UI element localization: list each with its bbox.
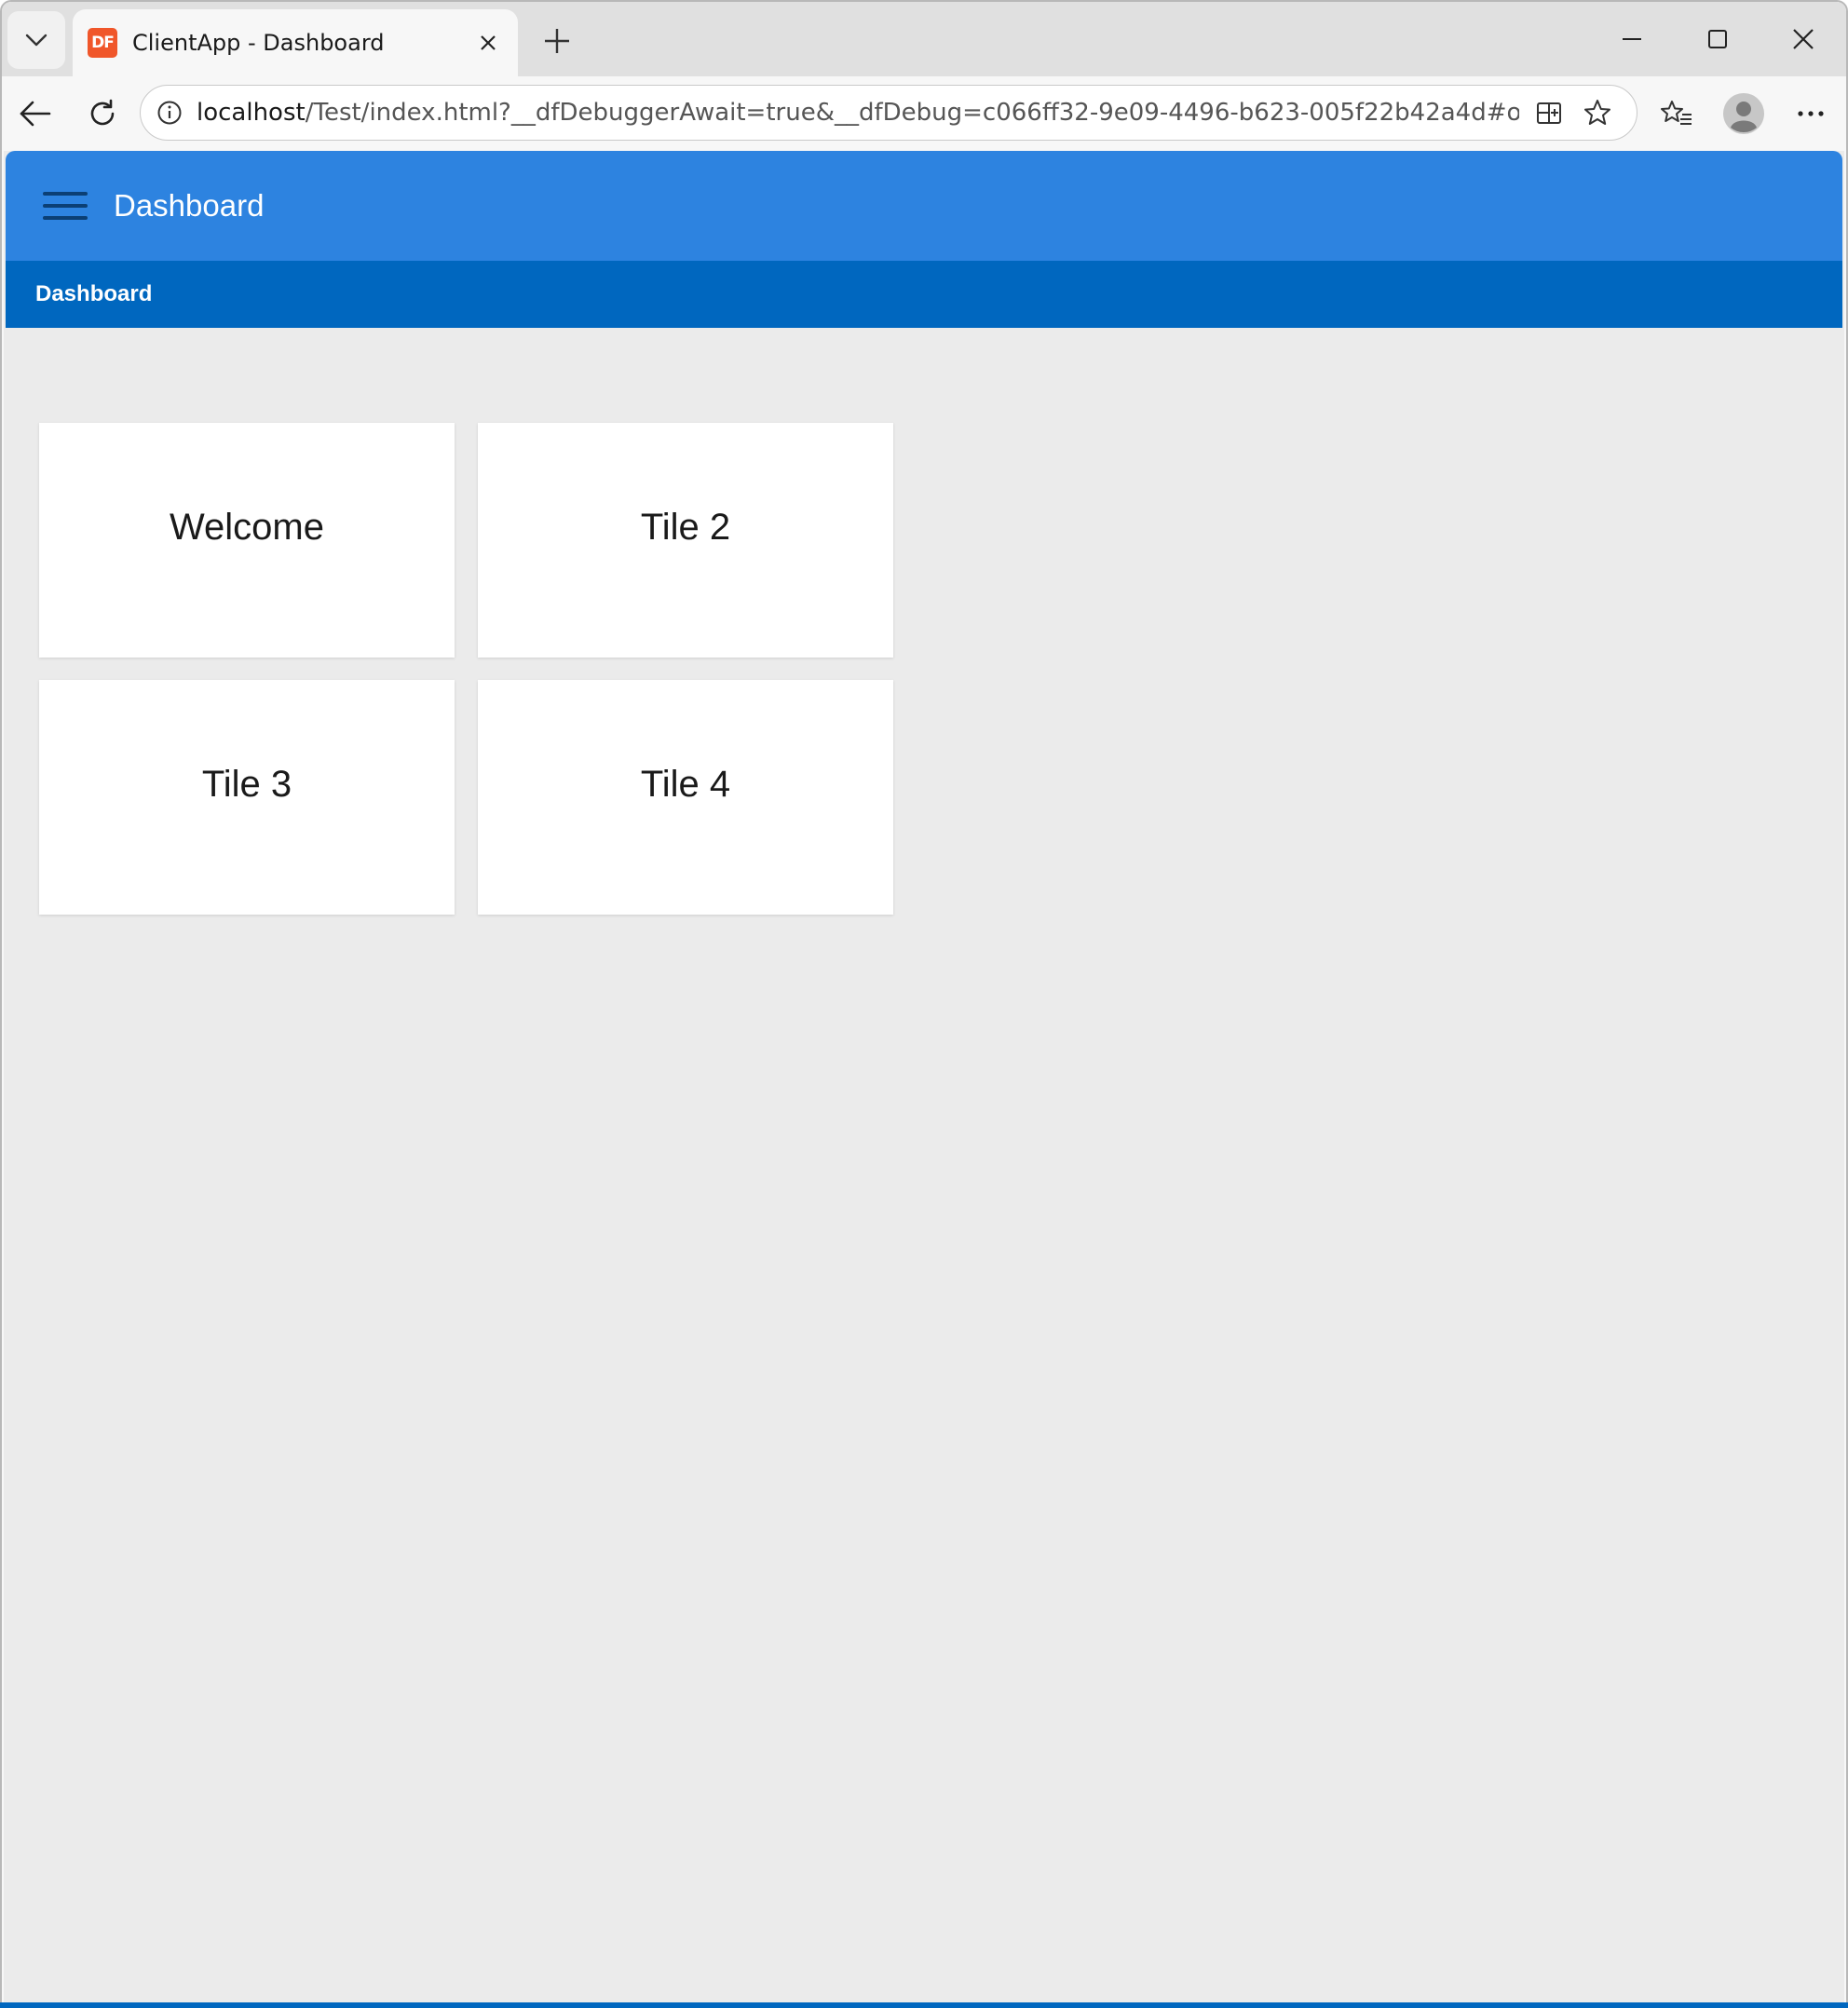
chevron-down-icon	[25, 34, 48, 47]
window-bottom-edge	[0, 2002, 1848, 2008]
menu-line	[43, 216, 88, 220]
page-title: Dashboard	[114, 188, 265, 223]
tile-label: Tile 2	[640, 507, 731, 548]
tile-label: Tile 4	[640, 764, 731, 805]
tab-close-button[interactable]	[469, 24, 507, 61]
maximize-button[interactable]	[1675, 2, 1760, 76]
minimize-icon	[1623, 38, 1641, 40]
new-tab-button[interactable]	[535, 19, 579, 63]
profile-button[interactable]	[1718, 88, 1770, 140]
address-host: localhost	[197, 99, 306, 127]
browser-window: DF ClientApp - Dashboard localhost/Test/…	[0, 0, 1848, 2006]
star-icon	[1584, 100, 1610, 125]
address-url[interactable]: localhost/Test/index.html?__dfDebuggerAw…	[197, 99, 1519, 127]
close-window-button[interactable]	[1760, 2, 1846, 76]
favorites-list-icon	[1661, 101, 1692, 125]
menu-icon[interactable]	[43, 187, 88, 224]
split-screen-icon	[1537, 102, 1561, 124]
active-tab[interactable]: DF ClientApp - Dashboard	[73, 9, 518, 76]
info-icon	[157, 101, 182, 125]
tab-title: ClientApp - Dashboard	[132, 30, 385, 56]
arrow-left-icon	[20, 101, 51, 127]
avatar-icon	[1723, 93, 1764, 134]
refresh-icon	[90, 99, 115, 126]
window-controls	[1589, 2, 1846, 76]
tile-2[interactable]: Tile 2	[478, 423, 893, 658]
favorite-button[interactable]	[1573, 88, 1622, 137]
site-info-button[interactable]	[154, 97, 185, 129]
tile-label: Tile 3	[201, 764, 292, 805]
browser-toolbar: localhost/Test/index.html?__dfDebuggerAw…	[2, 76, 1846, 151]
more-menu-button[interactable]	[1785, 88, 1837, 140]
maximize-icon	[1708, 30, 1727, 48]
plus-icon	[545, 29, 569, 53]
tile-label: Welcome	[170, 507, 324, 548]
app-favicon-icon: DF	[88, 28, 117, 58]
more-horizontal-icon	[1798, 111, 1824, 116]
tile-4[interactable]: Tile 4	[478, 680, 893, 915]
app-viewport: Dashboard Dashboard Welcome Tile 2 Tile …	[4, 151, 1844, 2004]
minimize-button[interactable]	[1589, 2, 1675, 76]
refresh-button[interactable]	[76, 88, 129, 140]
breadcrumb: Dashboard	[6, 261, 1842, 328]
tab-strip: DF ClientApp - Dashboard	[2, 2, 1846, 76]
close-icon	[481, 35, 496, 50]
menu-line	[43, 204, 88, 208]
favorites-button[interactable]	[1651, 88, 1703, 140]
address-path: /Test/index.html?__dfDebuggerAwait=true&…	[305, 99, 1519, 127]
app-header: Dashboard	[6, 151, 1842, 261]
tile-3[interactable]: Tile 3	[39, 680, 455, 915]
split-screen-button[interactable]	[1525, 88, 1573, 137]
breadcrumb-item-dashboard[interactable]: Dashboard	[35, 281, 152, 307]
address-bar[interactable]: localhost/Test/index.html?__dfDebuggerAw…	[140, 85, 1637, 141]
close-icon	[1793, 29, 1814, 49]
back-button[interactable]	[9, 88, 61, 140]
menu-line	[43, 192, 88, 196]
tab-list-button[interactable]	[7, 11, 65, 69]
tile-welcome[interactable]: Welcome	[39, 423, 455, 658]
